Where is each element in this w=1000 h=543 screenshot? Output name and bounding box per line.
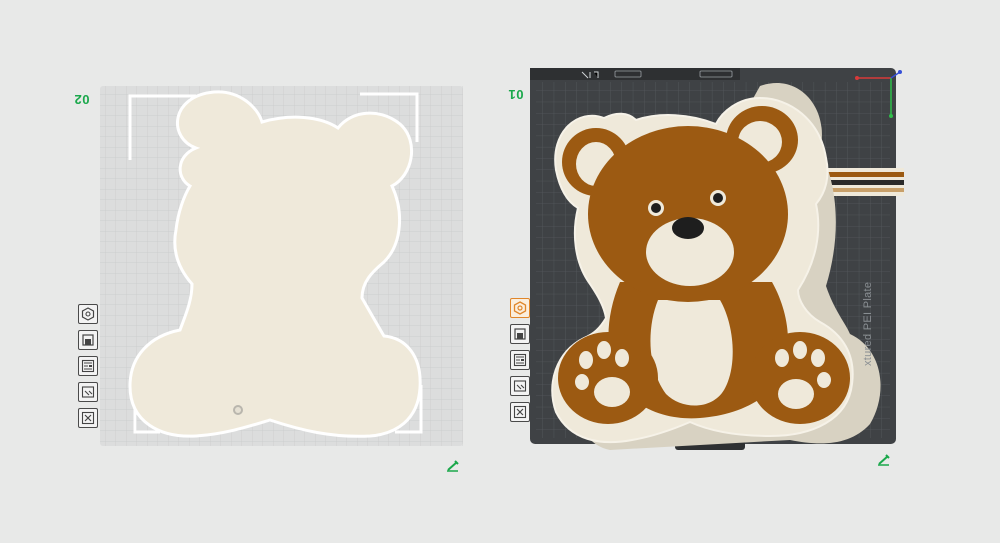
delete-plate-icon[interactable]	[510, 402, 530, 422]
bed-text: xtured PEI Plate	[862, 281, 874, 366]
scene-canvas[interactable]	[0, 0, 1000, 543]
object-list-icon[interactable]	[510, 376, 530, 396]
arrange-icon[interactable]	[78, 330, 98, 350]
object-list-icon[interactable]	[78, 382, 98, 402]
edit-plate-icon[interactable]	[446, 460, 460, 472]
plate-01[interactable]	[530, 68, 904, 451]
edit-plate-icon[interactable]	[877, 454, 891, 466]
plate-02[interactable]	[100, 86, 463, 446]
plate-label[interactable]: 02	[74, 92, 89, 107]
orient-icon[interactable]	[510, 298, 530, 318]
plate-01-toolbar	[510, 298, 530, 422]
filament-swatch	[828, 168, 904, 196]
layout-icon[interactable]	[510, 350, 530, 370]
layout-icon[interactable]	[78, 356, 98, 376]
plate-label[interactable]: 01	[508, 87, 523, 102]
3d-viewport[interactable]: 02 01 xtured PEI Plate	[0, 0, 1000, 543]
arrange-icon[interactable]	[510, 324, 530, 344]
delete-plate-icon[interactable]	[78, 408, 98, 428]
plate-02-toolbar	[78, 304, 98, 428]
orient-icon[interactable]	[78, 304, 98, 324]
